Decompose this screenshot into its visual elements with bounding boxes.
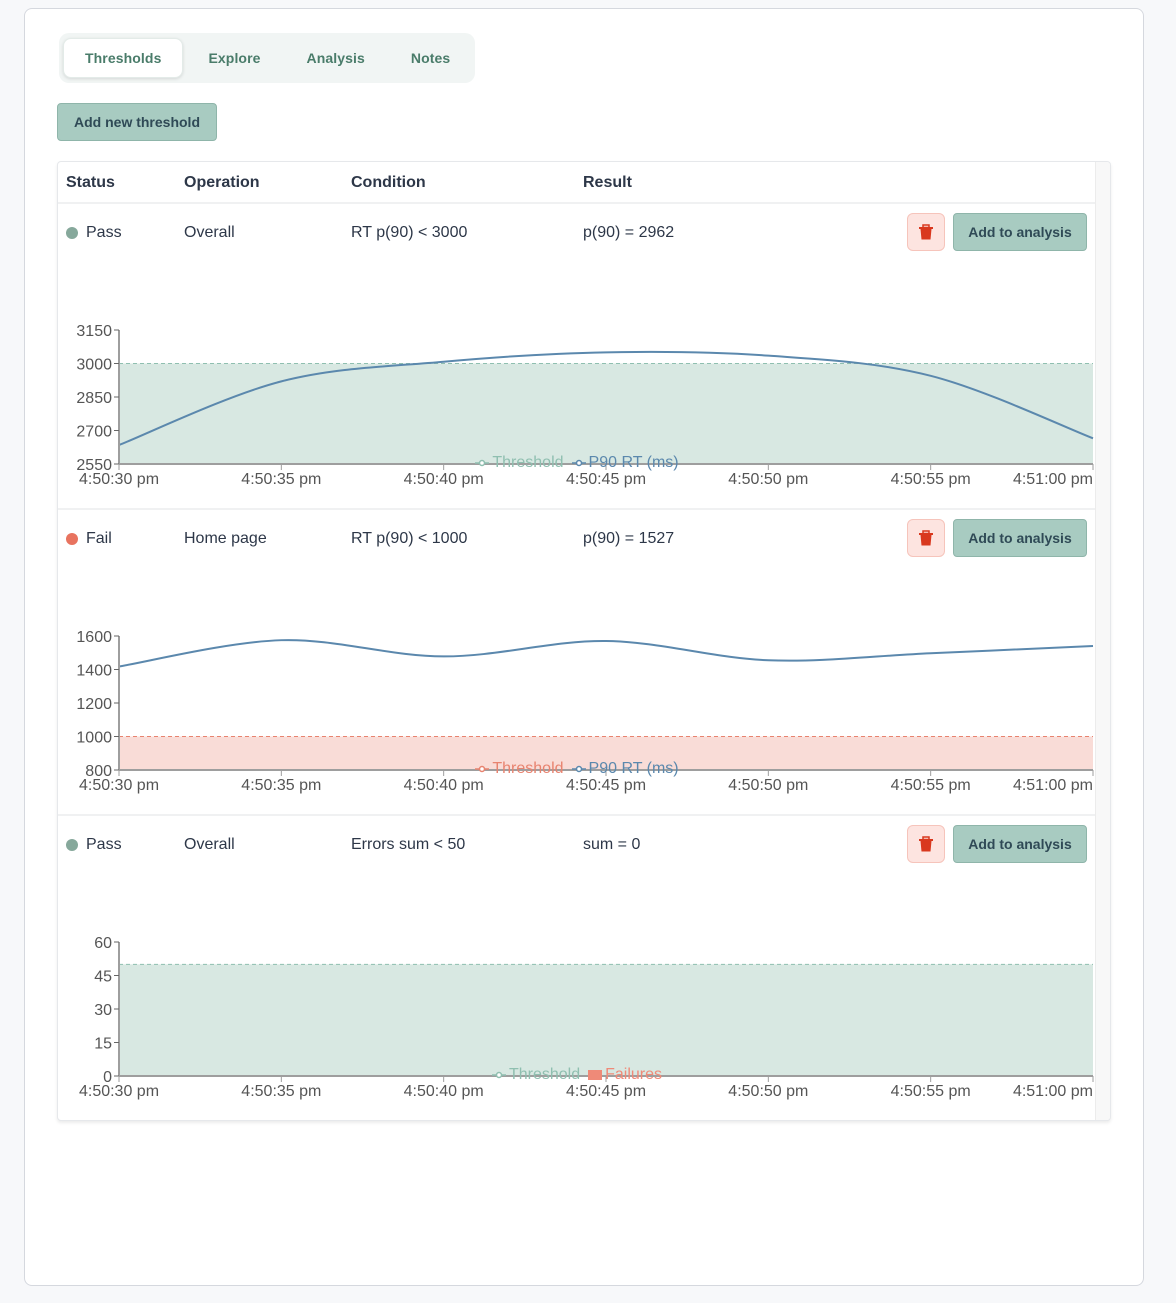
status-dot (66, 533, 78, 545)
header-operation: Operation (184, 174, 260, 191)
tab-notes[interactable]: Notes (390, 38, 471, 78)
result-cell: p(90) = 2962 (583, 224, 675, 241)
y-tick-label: 30 (94, 1002, 112, 1019)
threshold-row: Pass Overall Errors sum < 50 sum = 0 Add… (58, 816, 1096, 1120)
legend-label: P90 RT (ms) (588, 454, 679, 471)
condition-cell: RT p(90) < 3000 (351, 224, 468, 241)
operation-cell: Overall (184, 224, 235, 241)
threshold-card: Thresholds Explore Analysis Notes Add ne… (24, 8, 1144, 1286)
legend-label: Threshold (492, 760, 564, 777)
y-tick-label: 1000 (76, 730, 112, 747)
add-to-analysis-button[interactable]: Add to analysis (953, 825, 1087, 863)
legend-item-threshold[interactable]: Threshold (475, 454, 564, 472)
operation-cell: Overall (184, 836, 235, 853)
status-dot (66, 839, 78, 851)
legend-line-icon (491, 1071, 506, 1079)
tab-thresholds[interactable]: Thresholds (63, 38, 184, 78)
threshold-row: Pass Overall RT p(90) < 3000 p(90) = 296… (58, 204, 1096, 510)
chart-legend: Threshold P90 RT (ms) (58, 760, 1096, 780)
delete-threshold-button[interactable] (907, 213, 945, 251)
y-tick-label: 1600 (76, 629, 112, 646)
trash-icon (919, 836, 933, 852)
legend-line-icon (475, 459, 490, 467)
add-new-threshold-button[interactable]: Add new threshold (57, 103, 217, 141)
add-to-analysis-button[interactable]: Add to analysis (953, 519, 1087, 557)
legend-item-failures[interactable]: Failures (588, 1066, 662, 1084)
legend-line-icon (571, 459, 586, 467)
y-tick-label: 2700 (76, 424, 112, 441)
status-label: Pass (86, 224, 122, 241)
threshold-row: Fail Home page RT p(90) < 1000 p(90) = 1… (58, 510, 1096, 816)
tab-bar: Thresholds Explore Analysis Notes (59, 33, 476, 83)
status-label: Pass (86, 836, 122, 853)
header-result: Result (583, 174, 632, 191)
y-tick-label: 2850 (76, 390, 112, 407)
operation-cell: Home page (184, 530, 267, 547)
table-header: Status Operation Condition Result (58, 162, 1096, 204)
delete-threshold-button[interactable] (907, 825, 945, 863)
legend-item-threshold[interactable]: Threshold (491, 1066, 581, 1084)
thresholds-table: Status Operation Condition Result Pass O… (57, 161, 1111, 1121)
header-status: Status (66, 174, 115, 191)
legend-label: P90 RT (ms) (588, 760, 679, 777)
status-label: Fail (86, 530, 112, 547)
header-condition: Condition (351, 174, 426, 191)
tab-analysis[interactable]: Analysis (286, 38, 386, 78)
chart-legend: Threshold Failures (58, 1066, 1096, 1086)
add-to-analysis-button[interactable]: Add to analysis (953, 213, 1087, 251)
tab-explore[interactable]: Explore (187, 38, 281, 78)
series-line-p90 (118, 639, 1094, 668)
result-cell: p(90) = 1527 (583, 530, 675, 547)
delete-threshold-button[interactable] (907, 519, 945, 557)
legend-item-p90-rt-ms[interactable]: P90 RT (ms) (571, 454, 679, 472)
y-tick-label: 1400 (76, 663, 112, 680)
y-tick-label: 3000 (76, 357, 112, 374)
result-cell: sum = 0 (583, 836, 641, 853)
legend-item-p90-rt-ms[interactable]: P90 RT (ms) (571, 760, 679, 778)
trash-icon (919, 224, 933, 240)
legend-label: Threshold (508, 1066, 581, 1083)
condition-cell: RT p(90) < 1000 (351, 530, 468, 547)
y-tick-label: 1200 (76, 696, 112, 713)
legend-item-threshold[interactable]: Threshold (475, 760, 564, 778)
legend-line-icon (571, 765, 586, 773)
threshold-area (119, 964, 1093, 1076)
y-tick-label: 60 (94, 935, 112, 952)
legend-line-icon (475, 765, 490, 773)
y-tick-label: 3150 (76, 323, 112, 340)
y-tick-label: 15 (94, 1036, 112, 1053)
legend-rect-icon (588, 1070, 603, 1080)
legend-label: Threshold (492, 454, 564, 471)
threshold-area (119, 363, 1093, 464)
status-dot (66, 227, 78, 239)
y-tick-label: 45 (94, 969, 112, 986)
condition-cell: Errors sum < 50 (351, 836, 466, 853)
chart-legend: Threshold P90 RT (ms) (58, 454, 1096, 474)
legend-label: Failures (605, 1066, 663, 1083)
vertical-scrollbar[interactable] (1095, 162, 1110, 1120)
trash-icon (919, 530, 933, 546)
